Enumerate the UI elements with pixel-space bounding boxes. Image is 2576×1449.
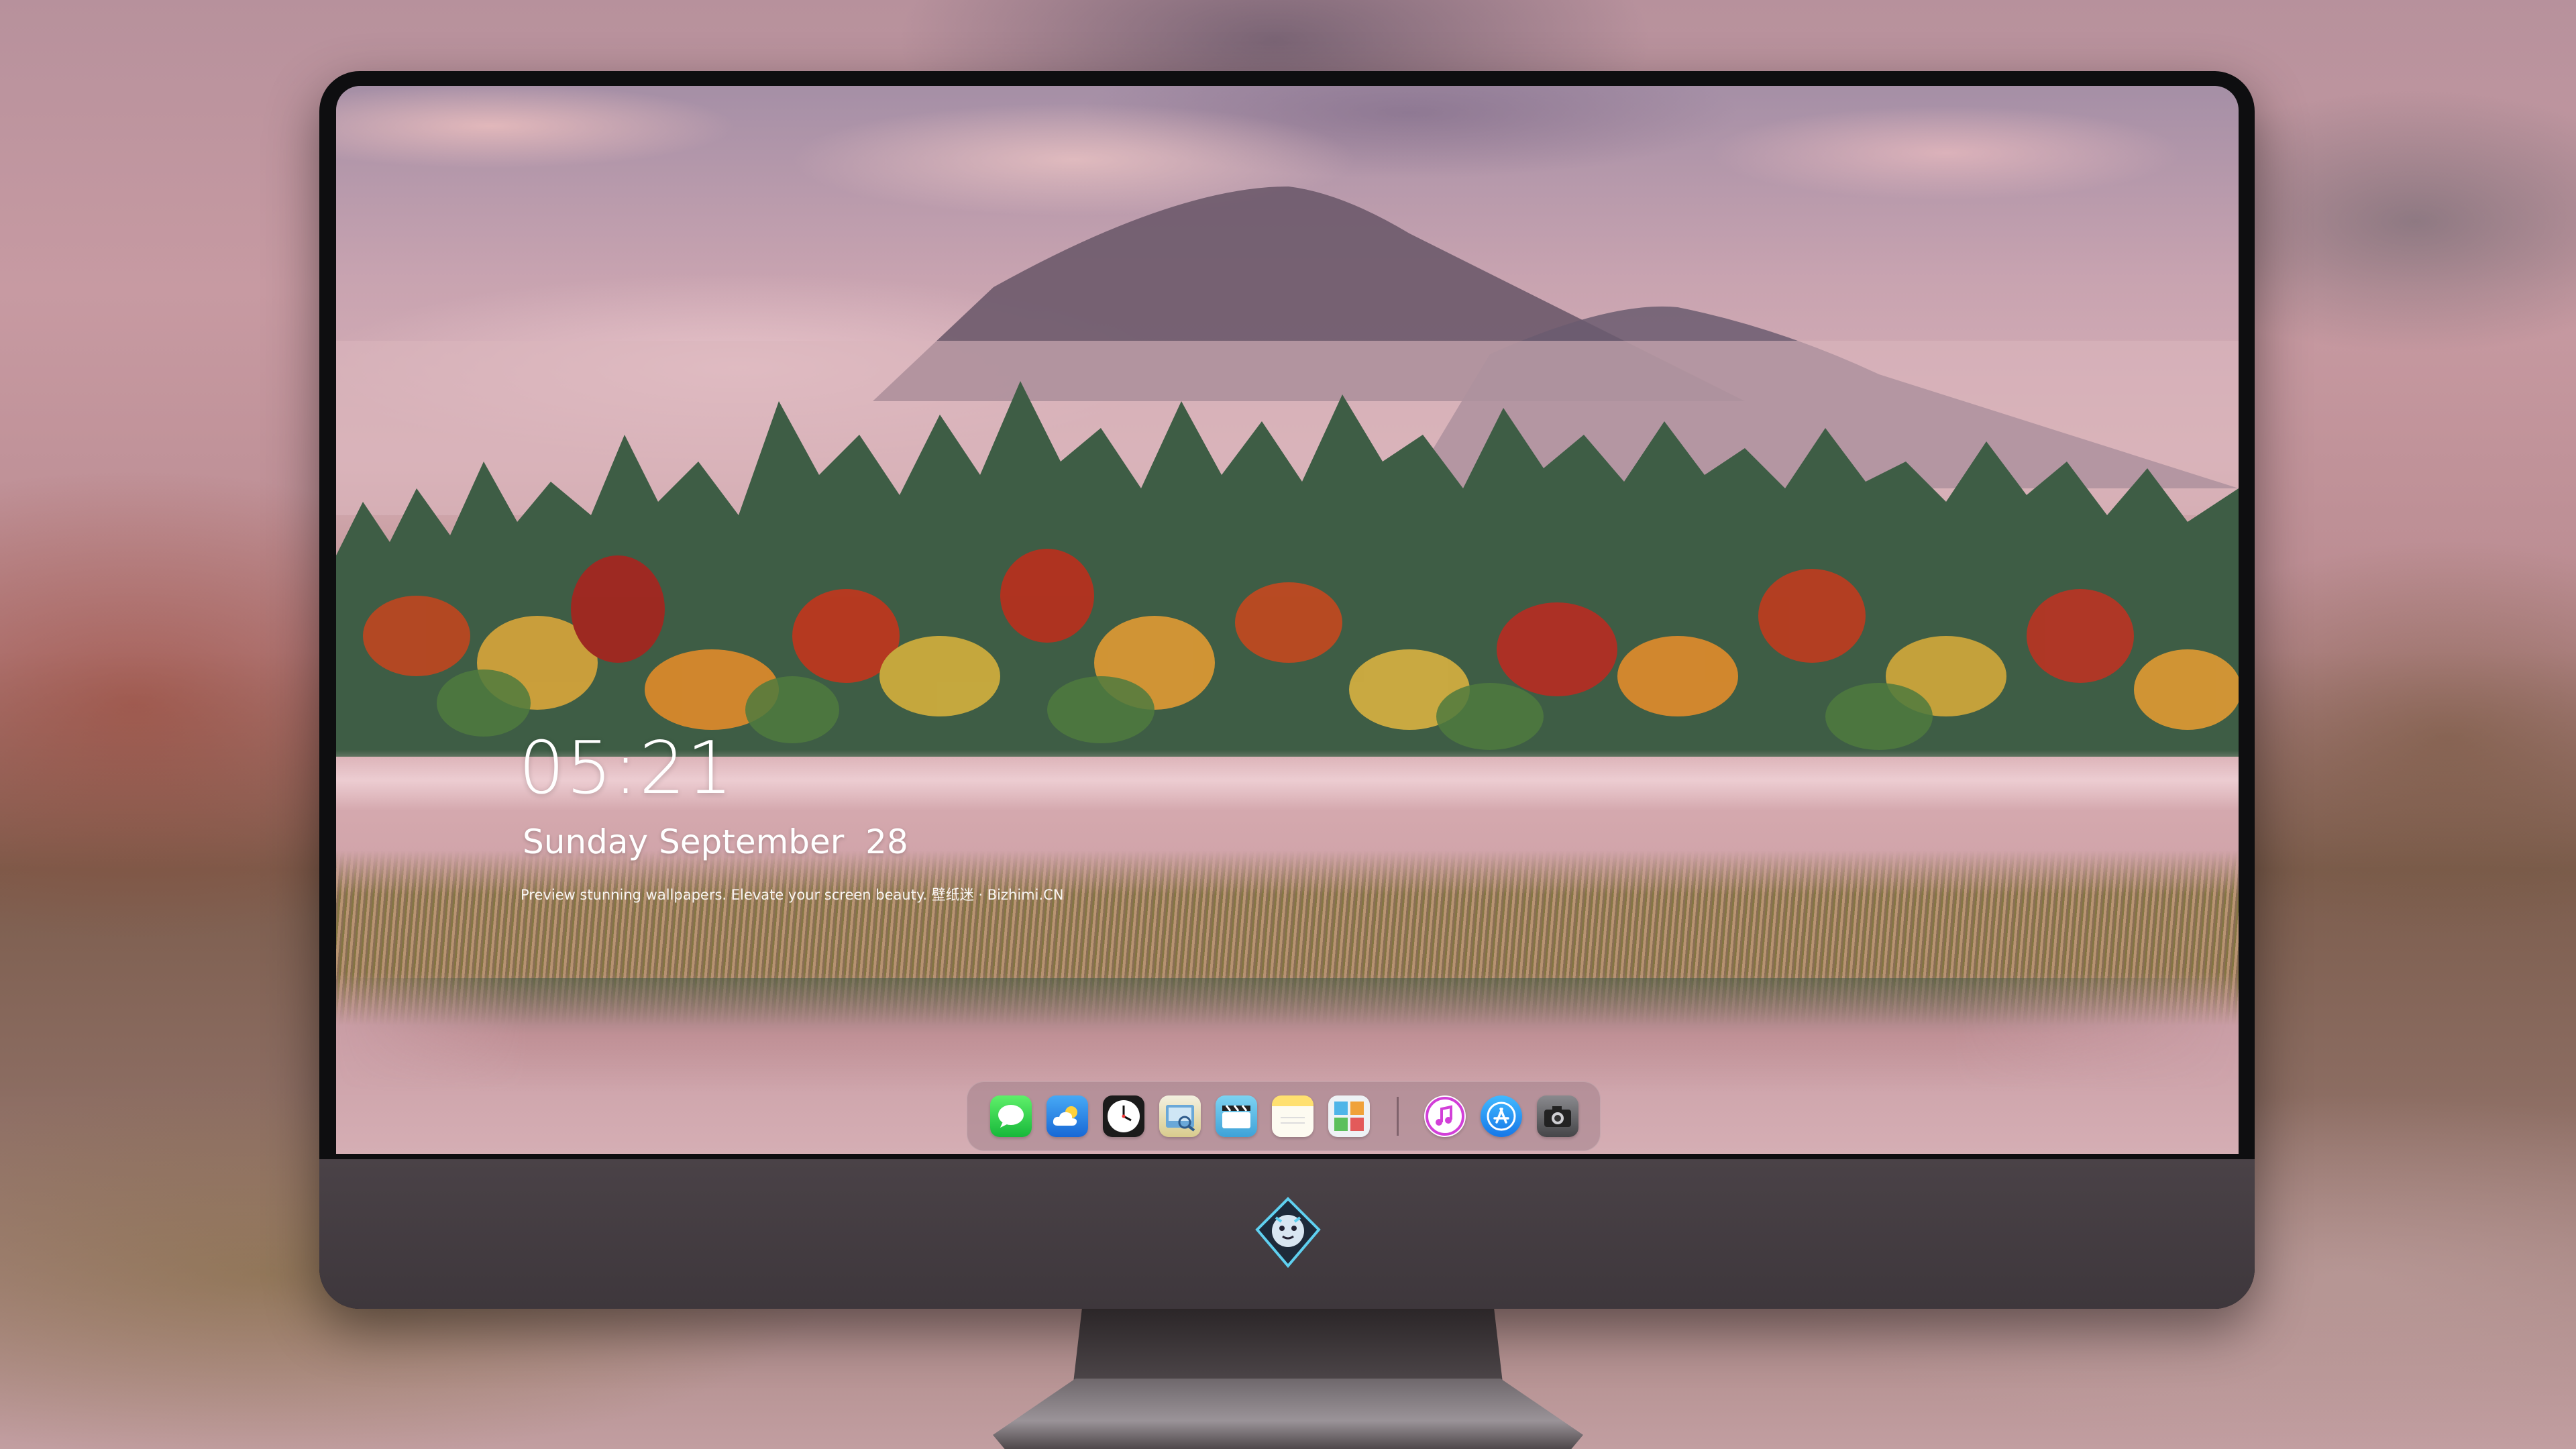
clock-icon[interactable] <box>1103 1095 1144 1137</box>
messages-icon[interactable] <box>990 1095 1032 1137</box>
notes-icon[interactable] <box>1272 1095 1313 1137</box>
dock-separator <box>1397 1097 1399 1136</box>
wallpaper-reflection <box>336 978 2239 1092</box>
weather-icon[interactable] <box>1046 1095 1088 1137</box>
lock-screen-date: Sunday September 28 <box>523 822 908 861</box>
app-store-icon[interactable] <box>1481 1095 1522 1137</box>
screen: 05:21 Sunday September 28 Preview stunni… <box>336 86 2239 1154</box>
clips-icon[interactable] <box>1216 1095 1257 1137</box>
music-icon[interactable] <box>1424 1095 1466 1137</box>
monitor-stand-neck <box>1073 1309 1503 1383</box>
brand-logo-icon <box>1255 1197 1321 1269</box>
photos-collage-icon[interactable] <box>1328 1095 1370 1137</box>
lock-screen-time: 05:21 <box>519 727 735 810</box>
preview-icon[interactable] <box>1159 1095 1201 1137</box>
camera-icon[interactable] <box>1537 1095 1578 1137</box>
monitor-stand-base <box>993 1379 1583 1449</box>
wallpaper-caption: Preview stunning wallpapers. Elevate you… <box>521 887 1064 903</box>
dock <box>967 1081 1601 1151</box>
desktop-stage: 05:21 Sunday September 28 Preview stunni… <box>0 0 2576 1449</box>
